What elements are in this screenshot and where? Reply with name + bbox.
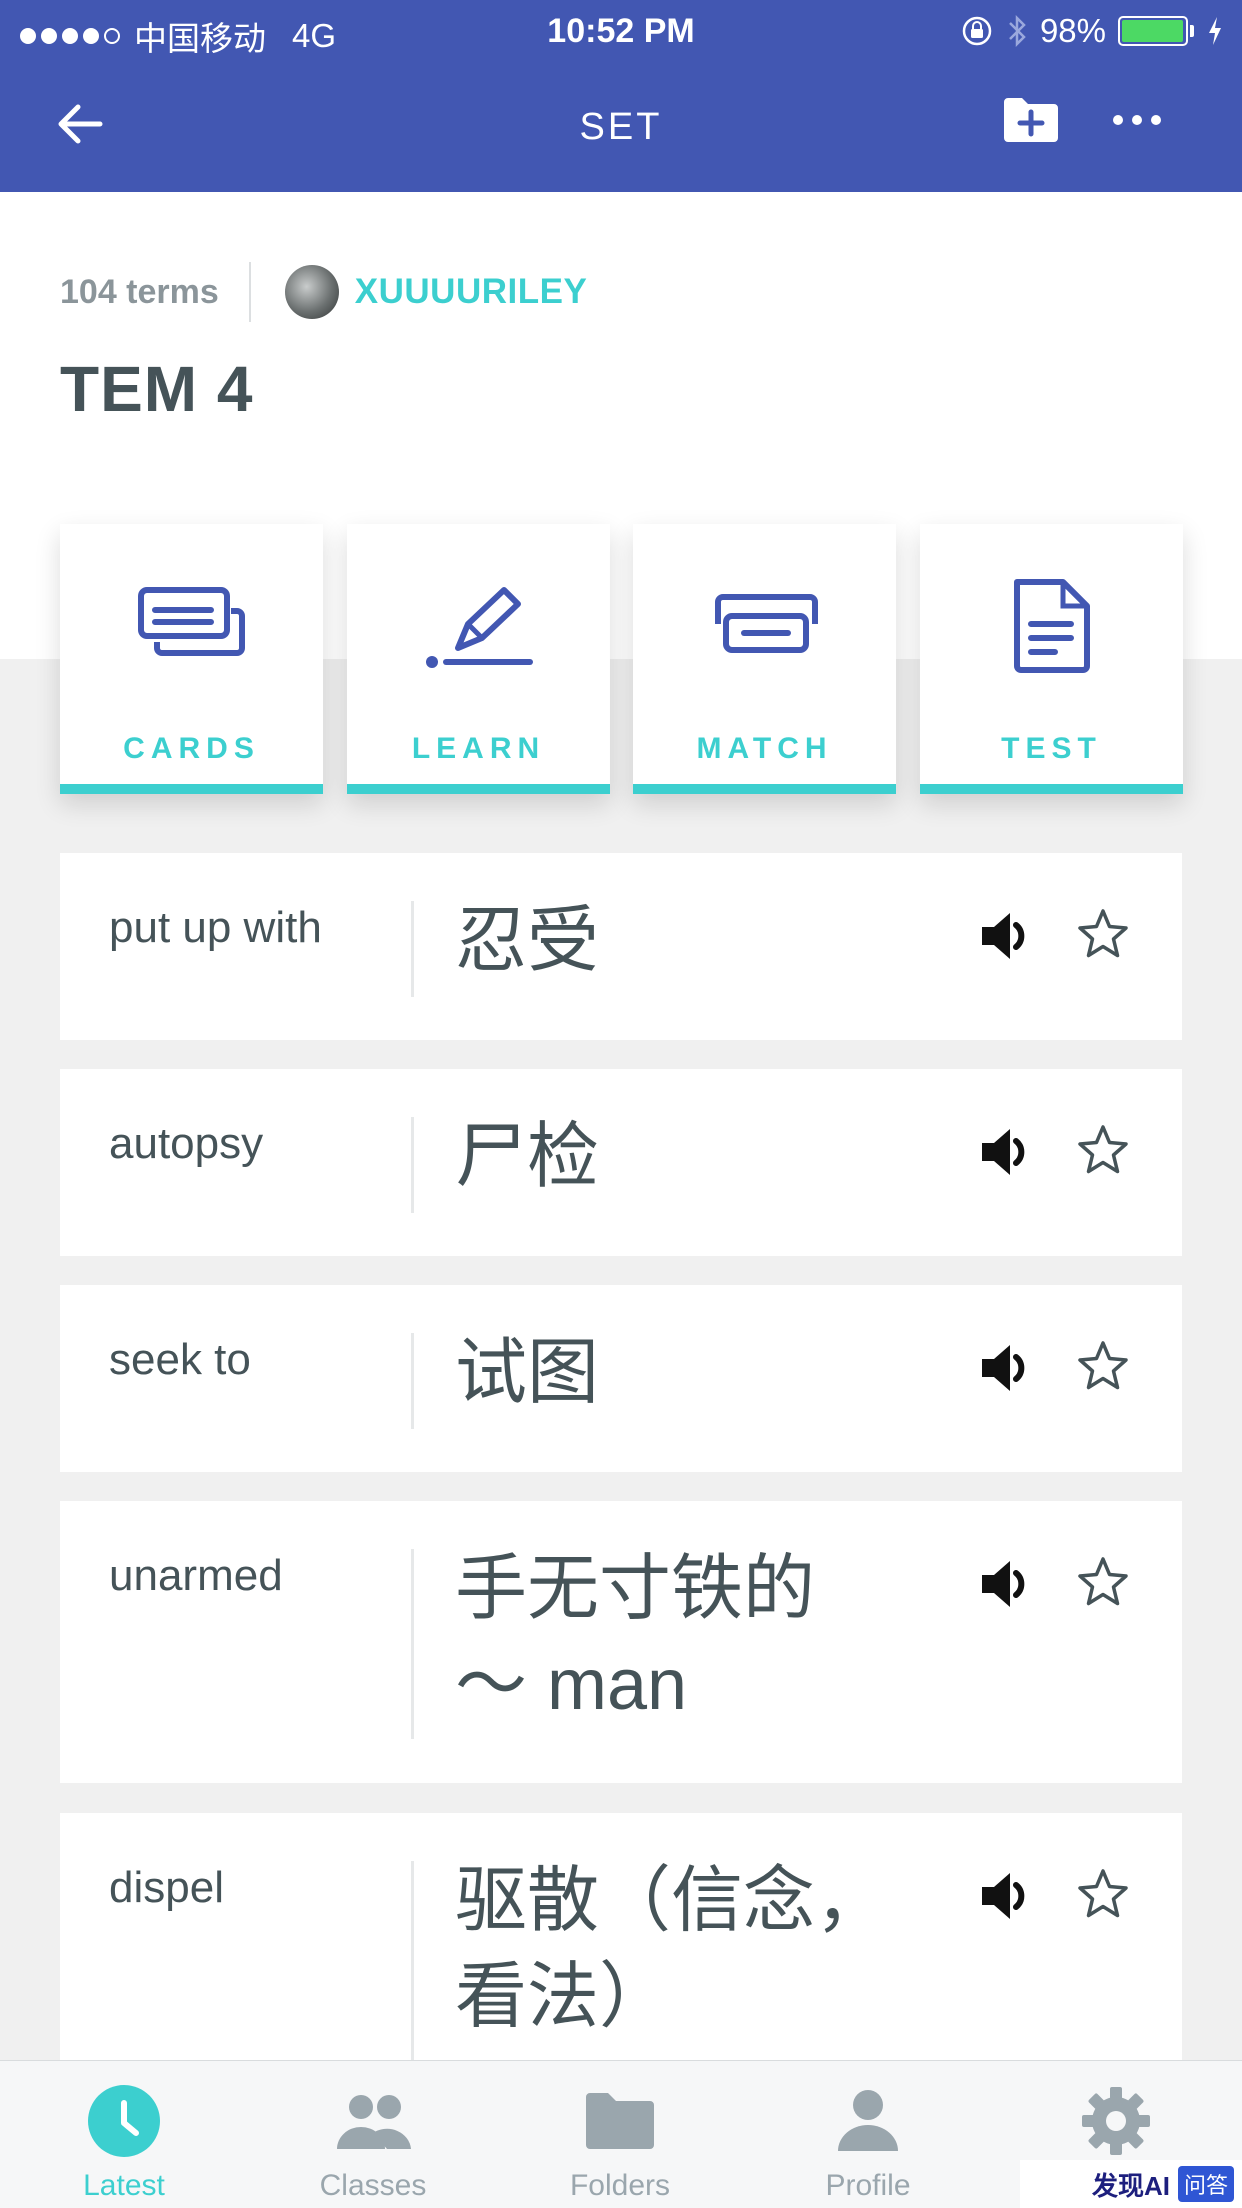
battery-icon xyxy=(1118,16,1194,46)
term-definition: 忍受 xyxy=(455,901,600,981)
speaker-icon[interactable] xyxy=(978,1339,1036,1397)
battery-level xyxy=(1122,20,1183,42)
match-icon xyxy=(715,594,818,653)
term-definition: 驱散（信念，看法） xyxy=(455,1861,888,2037)
term-divider xyxy=(411,1549,414,1739)
term-word: autopsy xyxy=(109,1119,264,1168)
term-word: seek to xyxy=(109,1335,251,1384)
term-row[interactable]: unarmed 手无寸铁的 ～ man xyxy=(60,1501,1182,1783)
term-row[interactable]: autopsy 尸检 xyxy=(60,1069,1182,1256)
cards-icon xyxy=(138,587,245,656)
meta-divider xyxy=(248,262,251,322)
tab-latest[interactable]: Latest xyxy=(24,2061,224,2208)
avatar[interactable] xyxy=(284,265,339,319)
term-row[interactable]: put up with 忍受 xyxy=(60,853,1182,1040)
status-right: 98% xyxy=(960,12,1224,50)
mode-cards-button[interactable]: CARDS xyxy=(60,524,323,794)
speaker-icon[interactable] xyxy=(978,907,1036,965)
mode-learn-button[interactable]: LEARN xyxy=(347,524,610,794)
mode-label: LEARN xyxy=(411,732,546,765)
term-definition: 试图 xyxy=(455,1333,600,1413)
term-divider xyxy=(411,1117,414,1213)
tab-label: Profile xyxy=(825,2169,911,2202)
star-icon[interactable] xyxy=(1076,1867,1130,1921)
star-icon[interactable] xyxy=(1076,907,1130,961)
term-count: 104 terms xyxy=(60,272,219,311)
tab-profile[interactable]: Profile xyxy=(768,2061,968,2208)
term-divider xyxy=(411,1861,414,2081)
status-bar: 中国移动 4G 10:52 PM 98% xyxy=(0,0,1242,62)
speaker-icon[interactable] xyxy=(978,1555,1036,1613)
battery-percent: 98% xyxy=(1039,12,1106,49)
star-icon[interactable] xyxy=(1076,1339,1130,1393)
top-bar: 中国移动 4G 10:52 PM 98% SET xyxy=(0,0,1242,192)
people-icon xyxy=(337,2095,411,2149)
learn-pen-icon xyxy=(426,587,533,668)
watermark-text: 发现AI xyxy=(1091,2170,1170,2201)
star-icon[interactable] xyxy=(1076,1555,1130,1609)
set-meta: 104 terms XUUUURILEY xyxy=(60,262,588,322)
term-row[interactable]: seek to 试图 xyxy=(60,1285,1182,1472)
bluetooth-icon xyxy=(1009,14,1026,48)
tab-label: Latest xyxy=(83,2169,165,2202)
term-word: unarmed xyxy=(109,1551,283,1600)
speaker-icon[interactable] xyxy=(978,1867,1036,1925)
folder-icon xyxy=(586,2093,654,2149)
term-divider xyxy=(411,1333,414,1429)
folder-add-icon[interactable] xyxy=(1002,92,1060,148)
term-definition: 尸检 xyxy=(455,1117,600,1197)
tab-label: Folders xyxy=(569,2169,671,2202)
tab-folders[interactable]: Folders xyxy=(520,2061,720,2208)
term-word: dispel xyxy=(109,1863,224,1912)
mode-test-button[interactable]: TEST xyxy=(920,524,1183,794)
rotation-lock-icon xyxy=(962,16,992,46)
mode-label: CARDS xyxy=(123,732,260,765)
speaker-icon[interactable] xyxy=(978,1123,1036,1181)
mode-label: TEST xyxy=(1001,732,1102,765)
term-divider xyxy=(411,901,414,997)
tab-label: Classes xyxy=(319,2169,427,2202)
star-icon[interactable] xyxy=(1076,1123,1130,1177)
clock-icon xyxy=(88,2085,160,2157)
author-username[interactable]: XUUUURILEY xyxy=(355,272,588,312)
more-horizontal-icon[interactable] xyxy=(1112,108,1162,132)
person-icon xyxy=(838,2090,898,2151)
set-title: TEM 4 xyxy=(60,353,254,425)
term-definition: 手无寸铁的 ～ man xyxy=(455,1549,816,1725)
tab-classes[interactable]: Classes xyxy=(273,2061,473,2208)
watermark-badge: 问答 xyxy=(1177,2166,1234,2202)
watermark: 发现AI 问答 xyxy=(1020,2160,1242,2208)
test-document-icon xyxy=(1014,579,1090,673)
term-word: put up with xyxy=(109,903,322,952)
charging-bolt-icon xyxy=(1209,17,1221,45)
mode-match-button[interactable]: MATCH xyxy=(633,524,896,794)
mode-label: MATCH xyxy=(696,732,833,765)
gear-icon xyxy=(1082,2087,1150,2155)
nav-bar: SET xyxy=(0,62,1242,192)
